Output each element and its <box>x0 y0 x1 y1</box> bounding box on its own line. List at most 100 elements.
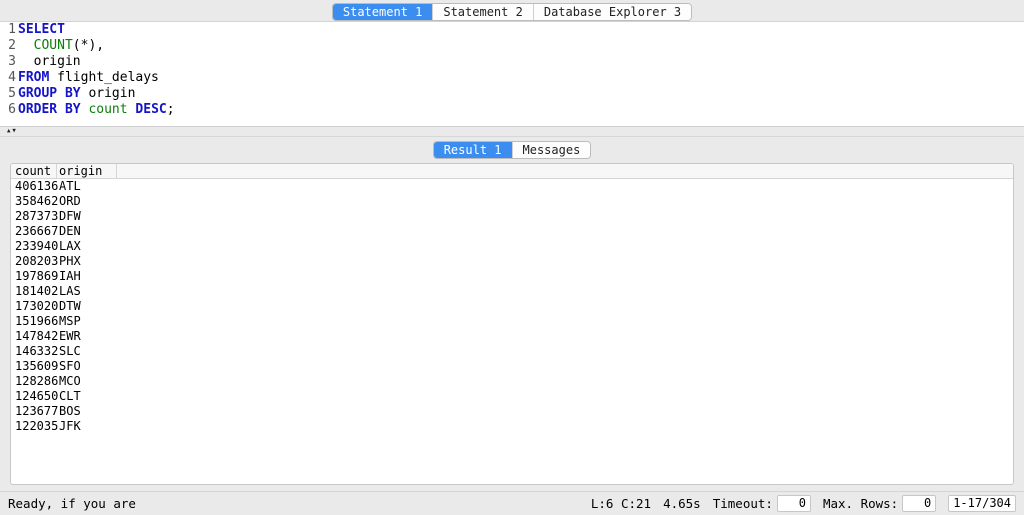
results-panel: count origin 406136ATL358462ORD287373DFW… <box>0 163 1024 491</box>
cell-count: 151966 <box>11 314 57 329</box>
cell-origin: PHX <box>57 254 117 269</box>
grid-body[interactable]: 406136ATL358462ORD287373DFW236667DEN2339… <box>11 179 1013 484</box>
code-token: flight_delays <box>49 70 159 85</box>
column-header-count[interactable]: count <box>11 164 57 178</box>
cell-origin: MSP <box>57 314 117 329</box>
cell-count: 287373 <box>11 209 57 224</box>
line-number: 4 <box>0 70 16 86</box>
code-line[interactable]: ORDER BY count DESC; <box>18 102 1024 118</box>
code-line[interactable]: FROM flight_delays <box>18 70 1024 86</box>
maxrows-value[interactable]: 0 <box>902 495 936 512</box>
line-gutter: 123456 <box>0 22 18 118</box>
grid-header: count origin <box>11 164 1013 179</box>
maxrows-label: Max. Rows: <box>823 496 898 511</box>
cell-count: 122035 <box>11 419 57 434</box>
cell-origin: DEN <box>57 224 117 239</box>
cell-origin: SFO <box>57 359 117 374</box>
column-header-origin[interactable]: origin <box>57 164 117 178</box>
code-token: GROUP BY <box>18 86 81 101</box>
sql-editor[interactable]: 123456 SELECT COUNT(*), originFROM fligh… <box>0 22 1024 127</box>
cell-origin: ORD <box>57 194 117 209</box>
cell-count: 358462 <box>11 194 57 209</box>
line-number: 1 <box>0 22 16 38</box>
cell-count: 173020 <box>11 299 57 314</box>
table-row[interactable]: 128286MCO <box>11 374 1013 389</box>
timeout-value[interactable]: 0 <box>777 495 811 512</box>
table-row[interactable]: 358462ORD <box>11 194 1013 209</box>
code-token: count <box>88 102 127 117</box>
code-token: ; <box>167 102 175 117</box>
code-line[interactable]: GROUP BY origin <box>18 86 1024 102</box>
cell-origin: MCO <box>57 374 117 389</box>
code-line[interactable]: origin <box>18 54 1024 70</box>
result-tab-group: Result 1Messages <box>433 141 592 159</box>
table-row[interactable]: 151966MSP <box>11 314 1013 329</box>
line-number: 5 <box>0 86 16 102</box>
status-bar: Ready, if you are L:6 C:21 4.65s Timeout… <box>0 491 1024 515</box>
table-row[interactable]: 146332SLC <box>11 344 1013 359</box>
cell-count: 124650 <box>11 389 57 404</box>
cell-origin: EWR <box>57 329 117 344</box>
cell-count: 123677 <box>11 404 57 419</box>
cell-origin: DFW <box>57 209 117 224</box>
code-token: ORDER BY <box>18 102 81 117</box>
table-row[interactable]: 123677BOS <box>11 404 1013 419</box>
cursor-position: L:6 C:21 <box>591 496 651 511</box>
table-row[interactable]: 122035JFK <box>11 419 1013 434</box>
result-tab[interactable]: Result 1 <box>434 142 513 158</box>
timeout-field: Timeout: 0 <box>713 495 811 512</box>
cell-count: 197869 <box>11 269 57 284</box>
table-row[interactable]: 135609SFO <box>11 359 1013 374</box>
table-row[interactable]: 197869IAH <box>11 269 1013 284</box>
code-line[interactable]: COUNT(*), <box>18 38 1024 54</box>
elapsed-time: 4.65s <box>663 496 701 511</box>
table-row[interactable]: 233940LAX <box>11 239 1013 254</box>
cell-origin: CLT <box>57 389 117 404</box>
top-tab-group: Statement 1Statement 2Database Explorer … <box>332 3 692 21</box>
result-grid: count origin 406136ATL358462ORD287373DFW… <box>10 163 1014 485</box>
table-row[interactable]: 173020DTW <box>11 299 1013 314</box>
table-row[interactable]: 147842EWR <box>11 329 1013 344</box>
top-tab[interactable]: Statement 2 <box>433 4 533 20</box>
code-token: DESC <box>135 102 166 117</box>
table-row[interactable]: 406136ATL <box>11 179 1013 194</box>
cell-count: 233940 <box>11 239 57 254</box>
cell-count: 147842 <box>11 329 57 344</box>
cell-origin: BOS <box>57 404 117 419</box>
cell-count: 128286 <box>11 374 57 389</box>
code-token: (*), <box>73 38 104 53</box>
cell-count: 406136 <box>11 179 57 194</box>
cell-origin: LAX <box>57 239 117 254</box>
code-token: COUNT <box>34 38 73 53</box>
cell-count: 236667 <box>11 224 57 239</box>
result-tab[interactable]: Messages <box>513 142 591 158</box>
line-number: 3 <box>0 54 16 70</box>
result-tab-bar: Result 1Messages <box>0 137 1024 163</box>
cell-origin: SLC <box>57 344 117 359</box>
maxrows-field: Max. Rows: 0 <box>823 495 936 512</box>
cell-count: 208203 <box>11 254 57 269</box>
cell-count: 135609 <box>11 359 57 374</box>
code-token: FROM <box>18 70 49 85</box>
table-row[interactable]: 236667DEN <box>11 224 1013 239</box>
table-row[interactable]: 124650CLT <box>11 389 1013 404</box>
top-tab[interactable]: Database Explorer 3 <box>534 4 691 20</box>
table-row[interactable]: 181402LAS <box>11 284 1013 299</box>
row-range: 1-17/304 <box>948 495 1016 512</box>
table-row[interactable]: 287373DFW <box>11 209 1013 224</box>
code-block: 123456 SELECT COUNT(*), originFROM fligh… <box>0 22 1024 118</box>
splitter-handle[interactable]: ▴▾ <box>0 127 1024 137</box>
top-tab[interactable]: Statement 1 <box>333 4 433 20</box>
timeout-label: Timeout: <box>713 496 773 511</box>
code-token: origin <box>18 54 81 69</box>
table-row[interactable]: 208203PHX <box>11 254 1013 269</box>
line-number: 2 <box>0 38 16 54</box>
cell-count: 146332 <box>11 344 57 359</box>
code-token <box>18 38 34 53</box>
code-token: origin <box>81 86 136 101</box>
code-line[interactable]: SELECT <box>18 22 1024 38</box>
code-token: SELECT <box>18 22 65 37</box>
code-column[interactable]: SELECT COUNT(*), originFROM flight_delay… <box>18 22 1024 118</box>
top-tab-bar: Statement 1Statement 2Database Explorer … <box>0 0 1024 22</box>
cell-count: 181402 <box>11 284 57 299</box>
